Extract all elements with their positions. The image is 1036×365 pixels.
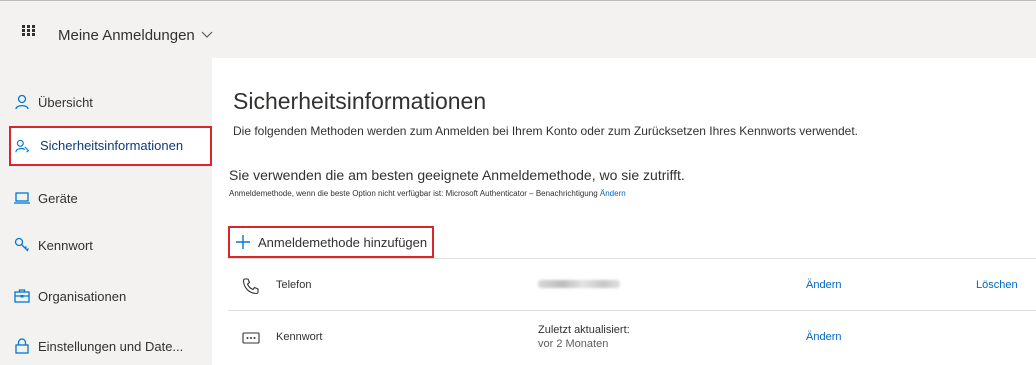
add-method-label: Anmeldemethode hinzufügen <box>258 235 428 250</box>
page-description: Die folgenden Methoden werden zum Anmeld… <box>233 124 859 138</box>
laptop-icon <box>14 192 30 204</box>
last-updated-label: Zuletzt aktualisiert: <box>538 324 630 336</box>
default-method-heading: Sie verwenden die am besten geeignete An… <box>229 167 685 183</box>
key-icon <box>14 237 29 252</box>
sidebar-item-settings[interactable]: Einstellungen und Date... <box>0 327 212 365</box>
method-detail: Zuletzt aktualisiert: vor 2 Monaten <box>538 323 630 351</box>
sidebar-item-password[interactable]: Kennwort <box>0 226 212 264</box>
sidebar-item-label: Sicherheitsinformationen <box>40 138 184 153</box>
chevron-down-icon[interactable] <box>200 29 214 39</box>
page-title: Sicherheitsinformationen <box>233 88 487 114</box>
main-content: Sicherheitsinformationen Die folgenden M… <box>212 58 1036 365</box>
default-method-note: Anmeldemethode, wenn die beste Option ni… <box>229 189 626 198</box>
plus-icon <box>236 235 250 249</box>
change-phone-link[interactable]: Ändern <box>806 279 841 291</box>
last-updated-value: vor 2 Monaten <box>538 338 609 350</box>
list-item: Telefon Ändern Löschen <box>228 258 1036 310</box>
fallback-method-text: Anmeldemethode, wenn die beste Option ni… <box>229 189 598 198</box>
sidebar-item-organizations[interactable]: Organisationen <box>0 277 212 315</box>
app-launcher-icon[interactable] <box>22 25 36 37</box>
sidebar-item-label: Geräte <box>38 191 78 206</box>
sidebar-item-security-info[interactable]: Sicherheitsinformationen <box>9 126 212 166</box>
change-default-method-link[interactable]: Ändern <box>600 189 626 198</box>
delete-phone-link[interactable]: Löschen <box>976 279 1018 291</box>
sidebar-item-label: Übersicht <box>38 95 93 110</box>
app-title[interactable]: Meine Anmeldungen <box>58 27 195 44</box>
password-dots-icon <box>242 332 260 344</box>
security-info-icon <box>15 139 30 153</box>
methods-list: Telefon Ändern Löschen Kennwort Zuletzt … <box>228 258 1036 362</box>
list-item: Kennwort Zuletzt aktualisiert: vor 2 Mon… <box>228 310 1036 362</box>
briefcase-icon <box>14 289 30 303</box>
redacted-phone-number <box>538 280 620 288</box>
method-name: Telefon <box>276 279 312 291</box>
phone-icon <box>242 278 259 295</box>
lock-icon <box>15 338 29 354</box>
sidebar-item-label: Einstellungen und Date... <box>38 339 184 354</box>
sidebar-item-label: Kennwort <box>38 238 93 253</box>
change-password-link[interactable]: Ändern <box>806 331 841 343</box>
add-method-button[interactable]: Anmeldemethode hinzufügen <box>228 226 434 258</box>
top-header: Meine Anmeldungen <box>0 0 1036 58</box>
sidebar-item-devices[interactable]: Geräte <box>0 179 212 217</box>
person-icon <box>15 94 29 110</box>
sidebar-item-overview[interactable]: Übersicht <box>0 83 212 121</box>
method-name: Kennwort <box>276 331 323 343</box>
sidebar-item-label: Organisationen <box>38 289 127 304</box>
sidebar: Übersicht Sicherheitsinformationen Gerät… <box>0 58 212 365</box>
